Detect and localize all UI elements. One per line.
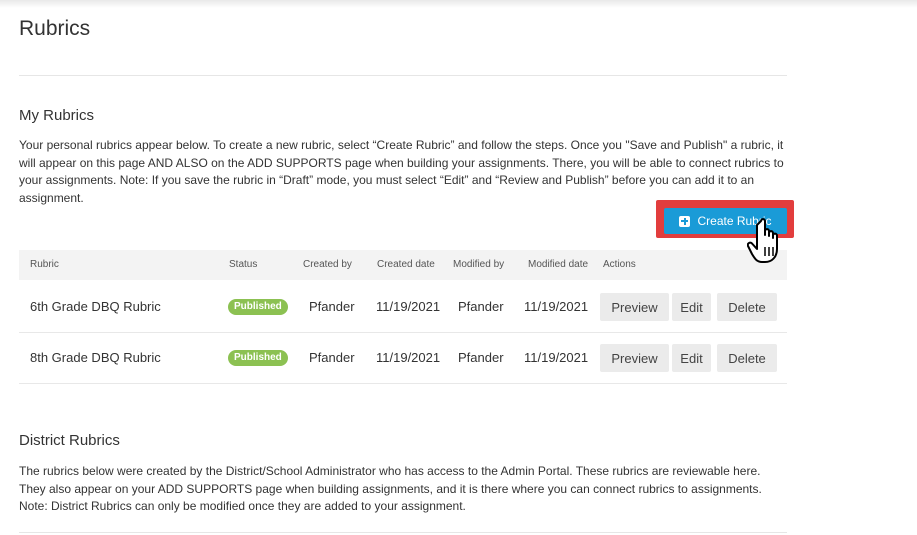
rubrics-table-header: Rubric Status Created by Created date Mo… [19, 250, 787, 280]
rubric-name[interactable]: 8th Grade DBQ Rubric [30, 333, 161, 383]
title-divider [19, 75, 787, 76]
delete-button[interactable]: Delete [717, 344, 777, 372]
created-date: 11/19/2021 [376, 299, 441, 314]
preview-button[interactable]: Preview [600, 344, 669, 372]
top-shadow [0, 0, 917, 8]
modified-date: 11/19/2021 [524, 299, 589, 314]
column-header-modified-by: Modified by [453, 259, 505, 270]
bottom-divider [19, 532, 787, 533]
status-badge: Published [228, 350, 288, 366]
my-rubrics-title: My Rubrics [19, 107, 95, 124]
table-row: 8th Grade DBQ Rubric Published Pfander 1… [19, 333, 787, 384]
plus-square-icon [679, 215, 691, 227]
modified-by: Pfander [458, 350, 504, 365]
delete-button[interactable]: Delete [717, 293, 777, 321]
status-badge: Published [228, 299, 288, 315]
district-rubrics-description: The rubrics below were created by the Di… [19, 464, 762, 513]
modified-by: Pfander [458, 299, 504, 314]
district-rubrics-title: District Rubrics [19, 432, 120, 449]
modified-date: 11/19/2021 [524, 350, 589, 365]
hand-pointer-icon [747, 218, 778, 263]
page-title: Rubrics [19, 17, 91, 40]
created-by: Pfander [309, 299, 355, 314]
edit-button[interactable]: Edit [672, 344, 711, 372]
edit-button[interactable]: Edit [672, 293, 711, 321]
table-row: 6th Grade DBQ Rubric Published Pfander 1… [19, 282, 787, 333]
column-header-created-date: Created date [377, 259, 435, 270]
column-header-rubric: Rubric [30, 259, 59, 270]
rubrics-page: Rubrics My Rubrics Your personal rubrics… [0, 0, 917, 535]
preview-button[interactable]: Preview [600, 293, 669, 321]
created-date: 11/19/2021 [376, 350, 441, 365]
column-header-modified-date: Modified date [528, 259, 589, 270]
column-header-status: Status [229, 259, 258, 270]
column-header-actions: Actions [603, 259, 636, 270]
rubric-name[interactable]: 6th Grade DBQ Rubric [30, 282, 161, 332]
my-rubrics-description: Your personal rubrics appear below. To c… [19, 138, 784, 205]
column-header-created-by: Created by [303, 259, 352, 270]
created-by: Pfander [309, 350, 355, 365]
